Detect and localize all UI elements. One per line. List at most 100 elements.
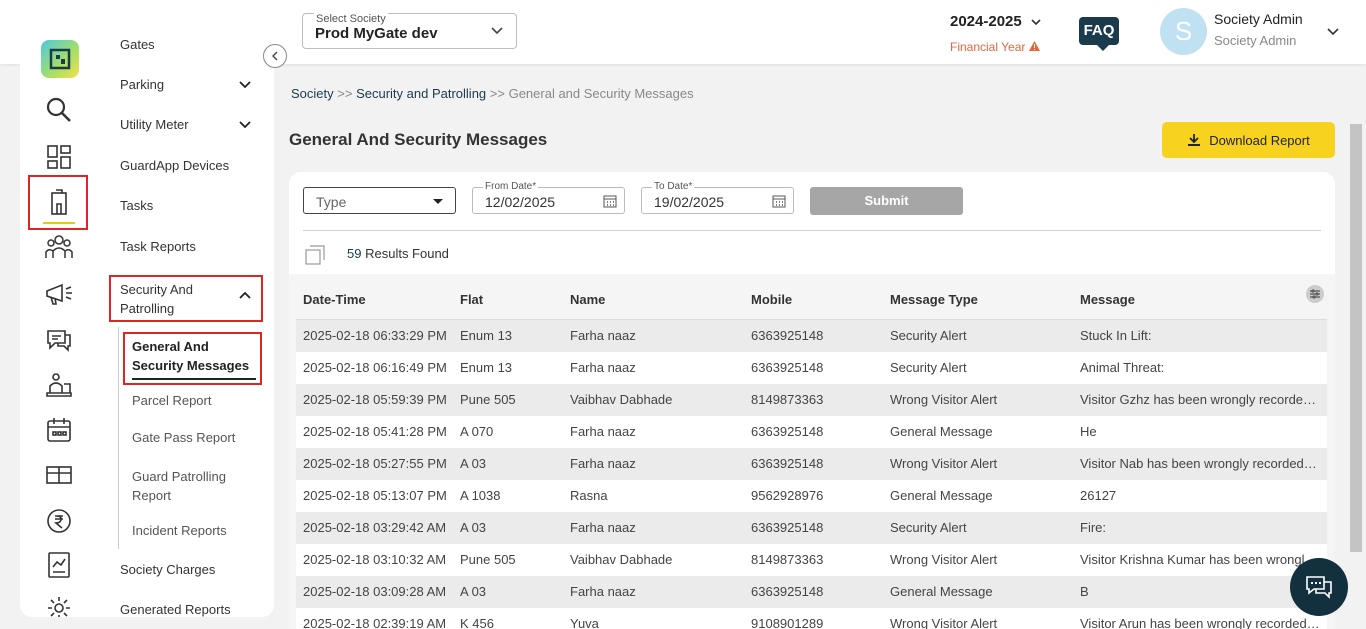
breadcrumb-security-and-patrolling[interactable]: Security and Patrolling <box>356 86 486 101</box>
sidebar-item-utility-meter[interactable]: Utility Meter <box>120 117 254 132</box>
cell-message-type: General Message <box>890 584 993 599</box>
cell-message: B <box>1080 584 1089 599</box>
sidebar-item-task-reports[interactable]: Task Reports <box>120 239 196 254</box>
cell-name: Farha naaz <box>570 520 636 535</box>
cell-date-time: 2025-02-18 03:09:28 AM <box>303 584 447 599</box>
society-select[interactable]: Select Society Prod MyGate dev <box>302 13 517 49</box>
sidebar-subitem-guard-patrolling-report[interactable]: Guard Patrolling Report <box>132 467 226 505</box>
cell-date-time: 2025-02-18 05:41:28 PM <box>303 424 447 439</box>
column-header-message-type[interactable]: Message Type <box>890 292 978 307</box>
sidebar: Gates Parking Utility Meter GuardApp Dev… <box>20 15 274 617</box>
column-header-date-time[interactable]: Date-Time <box>303 292 366 307</box>
column-header-flat[interactable]: Flat <box>460 292 483 307</box>
chevron-down-icon <box>1030 15 1042 33</box>
column-settings-icon[interactable] <box>1306 285 1324 303</box>
sidebar-item-parking[interactable]: Parking <box>120 77 254 92</box>
table-row[interactable]: 2025-02-18 03:29:42 AM A 03 Farha naaz 6363… <box>296 512 1327 544</box>
sidebar-icon-rail <box>20 15 100 617</box>
helpdesk-icon[interactable] <box>44 370 74 400</box>
table-row[interactable]: 2025-02-18 05:59:39 PM Pune 505 Vaibhav Da… <box>296 384 1327 416</box>
financial-year-selector[interactable]: 2024-2025 Financial Year <box>950 13 1041 54</box>
cell-mobile: 6363925148 <box>751 328 824 343</box>
table-row[interactable]: 2025-02-18 05:13:07 PM A 1038 Rasna 9562928… <box>296 480 1327 512</box>
cell-mobile: 6363925148 <box>751 360 824 375</box>
table-row[interactable]: 2025-02-18 05:41:28 PM A 070 Farha naaz 636… <box>296 416 1327 448</box>
amenities-icon[interactable] <box>44 460 74 490</box>
financial-year-value: 2024-2025 <box>950 13 1022 30</box>
to-date-label: To Date* <box>652 181 695 193</box>
column-header-message[interactable]: Message <box>1080 292 1135 307</box>
download-report-button[interactable]: Download Report <box>1162 122 1335 158</box>
chevron-down-icon[interactable] <box>1326 24 1340 43</box>
security-highlight-box <box>109 275 263 322</box>
select-all-checkbox[interactable] <box>305 245 325 270</box>
user-role: Society Admin <box>1214 33 1297 48</box>
breadcrumb-society[interactable]: Society <box>291 86 334 101</box>
cell-flat: Enum 13 <box>460 360 513 375</box>
chevron-left-icon <box>272 51 278 61</box>
cell-flat: A 070 <box>460 424 494 439</box>
building-icon[interactable] <box>44 187 74 217</box>
chat-icon[interactable] <box>44 325 74 355</box>
search-icon[interactable] <box>44 95 74 125</box>
cell-flat: A 03 <box>460 456 487 471</box>
sidebar-collapse-button[interactable] <box>263 44 287 68</box>
active-subitem-underline <box>132 378 256 380</box>
cell-message: Visitor Krishna Kumar has been wrongly r… <box>1080 552 1320 567</box>
app-logo[interactable] <box>41 40 79 78</box>
cell-date-time: 2025-02-18 05:13:07 PM <box>303 488 447 503</box>
breadcrumb-current: General and Security Messages <box>508 86 694 101</box>
calendar-icon[interactable] <box>44 415 74 445</box>
cell-name: Farha naaz <box>570 584 636 599</box>
cell-mobile: 8149873363 <box>751 392 824 407</box>
calendar-icon[interactable] <box>772 194 786 213</box>
table-row[interactable]: 2025-02-18 03:10:32 AM Pune 505 Vaibhav Da… <box>296 544 1327 576</box>
table-row[interactable]: 2025-02-18 02:39:19 AM K 456 Yuva 910890128… <box>296 608 1327 629</box>
table-header: Date-Time Flat Name Mobile Message Type … <box>296 280 1327 320</box>
column-header-mobile[interactable]: Mobile <box>751 292 792 307</box>
cell-mobile: 6363925148 <box>751 584 824 599</box>
sidebar-subitem-incident-reports[interactable]: Incident Reports <box>132 523 227 538</box>
sidebar-item-tasks[interactable]: Tasks <box>120 198 153 213</box>
sidebar-subitem-parcel-report[interactable]: Parcel Report <box>132 393 211 408</box>
table-row[interactable]: 2025-02-18 05:27:55 PM A 03 Farha naaz 6363… <box>296 448 1327 480</box>
messages-table: Date-Time Flat Name Mobile Message Type … <box>289 274 1335 629</box>
calendar-icon[interactable] <box>603 194 617 213</box>
avatar[interactable]: S <box>1160 8 1207 55</box>
submenu-guide-line <box>118 327 119 549</box>
cell-message-type: Wrong Visitor Alert <box>890 456 998 471</box>
community-icon[interactable] <box>44 232 74 262</box>
type-select[interactable]: Type <box>303 187 456 214</box>
sidebar-item-guardapp-devices[interactable]: GuardApp Devices <box>120 158 229 173</box>
sidebar-subitem-gate-pass-report[interactable]: Gate Pass Report <box>132 430 235 445</box>
sidebar-item-society-charges[interactable]: Society Charges <box>120 562 215 577</box>
page-scrollbar[interactable] <box>1350 124 1362 552</box>
from-date-field[interactable]: From Date* 12/02/2025 <box>472 181 625 214</box>
from-date-value: 12/02/2025 <box>485 194 556 210</box>
cell-message-type: General Message <box>890 424 993 439</box>
sidebar-item-generated-reports[interactable]: Generated Reports <box>120 602 231 617</box>
column-header-name[interactable]: Name <box>570 292 605 307</box>
settings-icon[interactable] <box>44 593 74 617</box>
results-found: 59 Results Found <box>347 246 449 261</box>
submit-button[interactable]: Submit <box>810 187 963 215</box>
table-row[interactable]: 2025-02-18 06:16:49 PM Enum 13 Farha naaz 6… <box>296 352 1327 384</box>
from-date-label: From Date* <box>483 181 539 193</box>
type-select-placeholder: Type <box>316 194 347 210</box>
chevron-down-icon <box>490 23 504 42</box>
dashboard-icon[interactable] <box>44 142 74 172</box>
sidebar-item-gates[interactable]: Gates <box>120 37 155 52</box>
chat-support-button[interactable] <box>1290 558 1348 616</box>
faq-button[interactable]: FAQ <box>1079 17 1119 51</box>
cell-name: Vaibhav Dabhade <box>570 392 673 407</box>
filter-divider <box>303 230 1321 231</box>
warning-icon <box>1028 41 1040 51</box>
table-row[interactable]: 2025-02-18 06:33:29 PM Enum 13 Farha naaz 6… <box>296 320 1327 352</box>
table-row[interactable]: 2025-02-18 03:09:28 AM A 03 Farha naaz 6363… <box>296 576 1327 608</box>
cell-message-type: Wrong Visitor Alert <box>890 616 998 629</box>
cell-message-type: Security Alert <box>890 520 967 535</box>
announcement-icon[interactable] <box>44 279 74 309</box>
to-date-field[interactable]: To Date* 19/02/2025 <box>641 181 794 214</box>
report-icon[interactable] <box>44 550 74 580</box>
rupee-icon[interactable] <box>44 506 74 536</box>
